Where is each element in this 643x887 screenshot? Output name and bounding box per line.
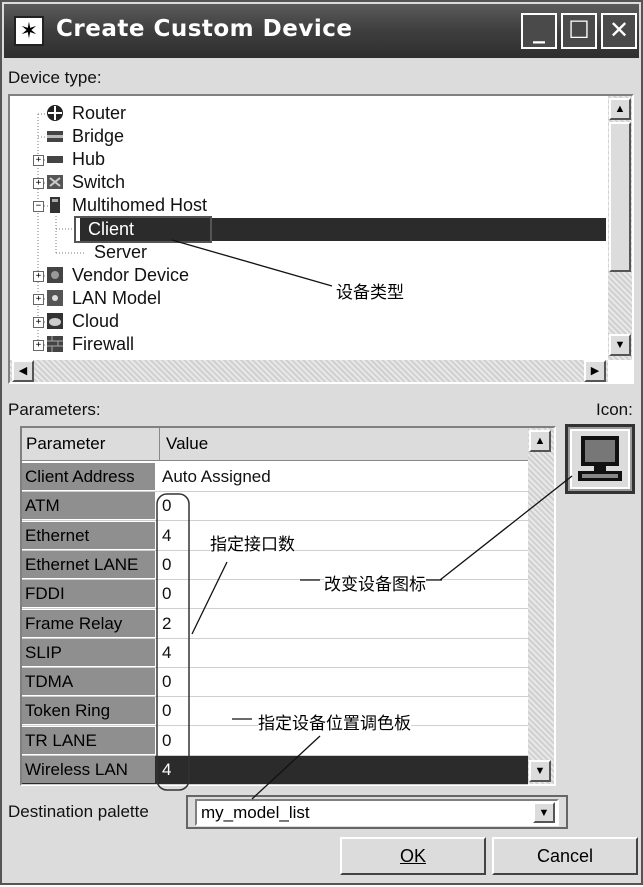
tree-item-cloud[interactable]: Cloud <box>72 310 119 333</box>
lan-expander-icon[interactable]: + <box>33 294 44 305</box>
tree-item-router[interactable]: Router <box>72 102 126 125</box>
destination-palette-value: my_model_list <box>201 803 310 822</box>
tree-item-vendor-device[interactable]: Vendor Device <box>72 264 189 287</box>
multihomed-host-icon <box>46 196 64 214</box>
device-icon-button[interactable] <box>565 424 635 494</box>
computer-icon <box>578 436 622 481</box>
header-value[interactable]: Value <box>166 434 208 454</box>
maximize-button[interactable]: ☐ <box>561 13 597 49</box>
table-row[interactable]: FDDI 0 <box>22 580 528 610</box>
app-star-icon: ✶ <box>14 16 44 46</box>
parameter-name: Ethernet <box>22 521 155 549</box>
table-row[interactable]: Frame Relay 2 <box>22 609 528 639</box>
parameter-name: ATM <box>22 492 155 520</box>
scroll-up-arrow-icon[interactable]: ▲ <box>609 98 631 120</box>
scroll-down-arrow-icon[interactable]: ▼ <box>609 334 631 356</box>
firewall-expander-icon[interactable]: + <box>33 340 44 351</box>
tree-item-server[interactable]: Server <box>94 241 147 264</box>
annotation-palette: 指定设备位置调色板 <box>258 709 411 734</box>
parameter-name: SLIP <box>22 638 155 666</box>
table-row[interactable]: Client Address Auto Assigned <box>22 463 528 492</box>
firewall-icon <box>46 335 64 353</box>
tree-item-lan-model[interactable]: LAN Model <box>72 287 161 310</box>
vendor-expander-icon[interactable]: + <box>33 271 44 282</box>
table-row[interactable]: Ethernet LANE 0 <box>22 550 528 580</box>
parameter-value[interactable]: 0 <box>162 492 171 519</box>
parameter-rows: Client Address Auto Assigned ATM 0 Ethernet 4… <box>22 463 528 785</box>
annotation-change-icon: 改变设备图标 <box>324 570 426 595</box>
tree-item-firewall[interactable]: Firewall <box>72 333 134 351</box>
parameter-value[interactable]: 4 <box>162 522 171 549</box>
device-type-label: Device type: <box>8 68 102 87</box>
device-type-tree[interactable]: Router Bridge + Hub + Switch − Multihome… <box>8 94 634 384</box>
title-bar[interactable]: ✶ Create Custom Device _ ☐ ✕ <box>4 4 639 58</box>
parameter-value[interactable]: 0 <box>162 668 171 695</box>
parameter-value[interactable]: Auto Assigned <box>162 463 271 490</box>
switch-icon <box>46 173 64 191</box>
tree-item-multihomed-host[interactable]: Multihomed Host <box>72 194 207 217</box>
scroll-right-arrow-icon[interactable]: ▶ <box>584 360 606 382</box>
tree-item-switch[interactable]: Switch <box>72 171 125 194</box>
dropdown-arrow-icon[interactable]: ▼ <box>533 802 555 823</box>
parameter-name: Token Ring <box>22 697 155 725</box>
parameter-name: Frame Relay <box>22 609 155 637</box>
hub-icon <box>46 150 64 168</box>
parameter-name: FDDI <box>22 580 155 608</box>
table-row[interactable]: TDMA 0 <box>22 668 528 698</box>
cancel-button-label: Cancel <box>536 846 594 866</box>
annotation-device-type: 设备类型 <box>336 283 404 303</box>
multihomed-collapse-icon[interactable]: − <box>33 201 44 212</box>
params-scroll-down-arrow-icon[interactable]: ▼ <box>529 760 551 782</box>
router-icon <box>46 104 64 122</box>
tree-item-bridge[interactable]: Bridge <box>72 125 124 148</box>
tree-scroll-thumb[interactable] <box>609 122 631 272</box>
parameter-value[interactable]: 0 <box>162 727 171 754</box>
parameter-name: Client Address <box>22 463 155 490</box>
parameter-name: TR LANE <box>22 726 155 754</box>
parameter-name: Ethernet LANE <box>22 550 155 578</box>
parameter-value[interactable]: 0 <box>162 551 171 578</box>
minimize-button[interactable]: _ <box>521 13 557 49</box>
table-row[interactable]: Wireless LAN 4 <box>22 756 528 785</box>
cloud-icon <box>46 312 64 330</box>
destination-palette-label: Destination palette <box>8 802 149 821</box>
parameter-name: TDMA <box>22 668 155 696</box>
table-row[interactable]: ATM 0 <box>22 492 528 522</box>
lan-model-icon <box>46 289 64 307</box>
parameter-value[interactable]: 0 <box>162 697 171 724</box>
parameter-name: Wireless LAN <box>22 756 155 783</box>
cloud-expander-icon[interactable]: + <box>33 317 44 328</box>
bridge-icon <box>46 127 64 145</box>
parameter-value[interactable]: 0 <box>162 580 171 607</box>
create-custom-device-dialog: ✶ Create Custom Device _ ☐ ✕ Device type… <box>0 0 643 885</box>
parameter-value[interactable]: 2 <box>162 610 171 637</box>
icon-label: Icon: <box>596 400 633 419</box>
tree-item-hub[interactable]: Hub <box>72 148 105 171</box>
switch-expander-icon[interactable]: + <box>33 178 44 189</box>
window-title: Create Custom Device <box>56 16 353 42</box>
table-row[interactable]: SLIP 4 <box>22 638 528 668</box>
ok-button-label: OK <box>399 846 426 866</box>
tree-horizontal-scrollbar[interactable] <box>10 360 608 382</box>
close-button[interactable]: ✕ <box>601 13 637 49</box>
ok-button[interactable]: OK <box>340 837 486 875</box>
params-vertical-scrollbar[interactable] <box>528 428 554 784</box>
destination-palette-select[interactable]: my_model_list ▼ <box>195 799 559 826</box>
cancel-button[interactable]: Cancel <box>492 837 638 875</box>
parameter-value[interactable]: 4 <box>162 639 171 666</box>
scroll-left-arrow-icon[interactable]: ◀ <box>12 360 34 382</box>
vendor-device-icon <box>46 266 64 284</box>
header-parameter[interactable]: Parameter <box>26 434 105 454</box>
hub-expander-icon[interactable]: + <box>33 155 44 166</box>
client-callout-box <box>74 216 212 243</box>
parameters-label: Parameters: <box>8 400 101 419</box>
table-header: Parameter Value <box>22 428 528 461</box>
params-scroll-up-arrow-icon[interactable]: ▲ <box>529 430 551 452</box>
parameter-value[interactable]: 4 <box>162 756 171 783</box>
annotation-interface-count: 指定接口数 <box>210 530 295 555</box>
